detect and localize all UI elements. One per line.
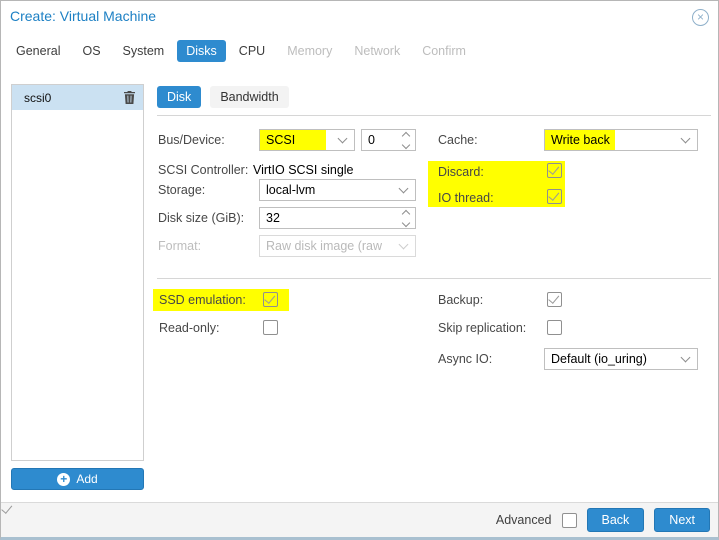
ssd-emulation-checkbox[interactable] [263, 292, 278, 307]
wizard-tab-bar: General OS System Disks CPU Memory Netwo… [7, 40, 475, 62]
cache-combo[interactable]: Write back [544, 129, 698, 151]
spinner-arrows-icon[interactable] [401, 131, 411, 149]
format-combo: Raw disk image (raw [259, 235, 416, 257]
async-io-label: Async IO: [438, 352, 493, 366]
tab-memory: Memory [287, 44, 333, 58]
bus-device-label: Bus/Device: [158, 133, 225, 147]
bus-device-value: SCSI [260, 130, 326, 150]
io-thread-label: IO thread: [438, 191, 494, 205]
tab-os[interactable]: OS [73, 40, 109, 62]
async-io-combo[interactable]: Default (io_uring) [544, 348, 698, 370]
storage-combo[interactable]: local-lvm [259, 179, 416, 201]
create-vm-dialog: Create: Virtual Machine General OS Syste… [0, 0, 719, 540]
chevron-down-icon [337, 133, 348, 144]
divider-middle [157, 278, 711, 279]
tab-general[interactable]: General [7, 40, 69, 62]
scsi-controller-label: SCSI Controller: [158, 163, 249, 177]
dialog-footer: Advanced Back Next [1, 502, 718, 537]
io-thread-checkbox[interactable] [547, 189, 562, 204]
cache-value: Write back [545, 130, 615, 150]
plus-circle-icon [57, 472, 71, 486]
cache-label: Cache: [438, 133, 478, 147]
add-button-label: Add [76, 472, 98, 486]
advanced-label: Advanced [495, 513, 552, 527]
advanced-checkbox[interactable] [561, 512, 577, 528]
chevron-down-icon [680, 133, 691, 144]
discard-label: Discard: [438, 165, 484, 179]
scsi-controller-value: VirtIO SCSI single [253, 163, 354, 177]
format-value: Raw disk image (raw [266, 239, 383, 253]
tab-cpu[interactable]: CPU [230, 40, 274, 62]
close-icon[interactable] [692, 9, 709, 26]
skip-replication-label: Skip replication: [438, 321, 527, 335]
chevron-down-icon [680, 352, 691, 363]
subtab-disk[interactable]: Disk [157, 86, 202, 108]
chevron-down-icon [398, 183, 409, 194]
chevron-down-icon [398, 239, 409, 250]
trash-icon[interactable] [124, 91, 135, 104]
tab-disks[interactable]: Disks [177, 40, 226, 62]
storage-label: Storage: [158, 183, 206, 197]
tab-network: Network [354, 44, 401, 58]
format-label: Format: [158, 239, 202, 253]
add-disk-button[interactable]: Add [11, 468, 144, 490]
backup-checkbox[interactable] [547, 292, 562, 307]
async-io-value: Default (io_uring) [551, 352, 647, 366]
subtab-bandwidth[interactable]: Bandwidth [210, 86, 289, 108]
disk-list-item-scsi0[interactable]: scsi0 [12, 85, 143, 110]
spinner-arrows-icon[interactable] [401, 209, 411, 227]
next-button[interactable]: Next [654, 508, 710, 532]
disk-item-label: scsi0 [24, 90, 52, 105]
read-only-checkbox[interactable] [263, 320, 278, 335]
backup-label: Backup: [438, 293, 484, 307]
bus-device-combo[interactable]: SCSI [259, 129, 355, 151]
skip-replication-checkbox[interactable] [547, 320, 562, 335]
bus-device-number: 0 [368, 133, 375, 147]
disk-size-value: 32 [266, 211, 280, 225]
disk-size-spinner[interactable]: 32 [259, 207, 416, 229]
divider-top [157, 115, 711, 116]
bus-device-number-spinner[interactable]: 0 [361, 129, 416, 151]
disk-size-label: Disk size (GiB): [158, 211, 245, 225]
ssd-emulation-label: SSD emulation: [159, 293, 246, 307]
dialog-title: Create: Virtual Machine [10, 8, 157, 24]
storage-value: local-lvm [266, 183, 316, 197]
tab-system[interactable]: System [114, 40, 174, 62]
tab-confirm: Confirm [422, 44, 466, 58]
discard-checkbox[interactable] [547, 163, 562, 178]
read-only-label: Read-only: [159, 321, 220, 335]
disk-list-panel: scsi0 [11, 84, 144, 461]
back-button[interactable]: Back [586, 508, 645, 532]
disk-subtab-bar: Disk Bandwidth [157, 86, 289, 108]
